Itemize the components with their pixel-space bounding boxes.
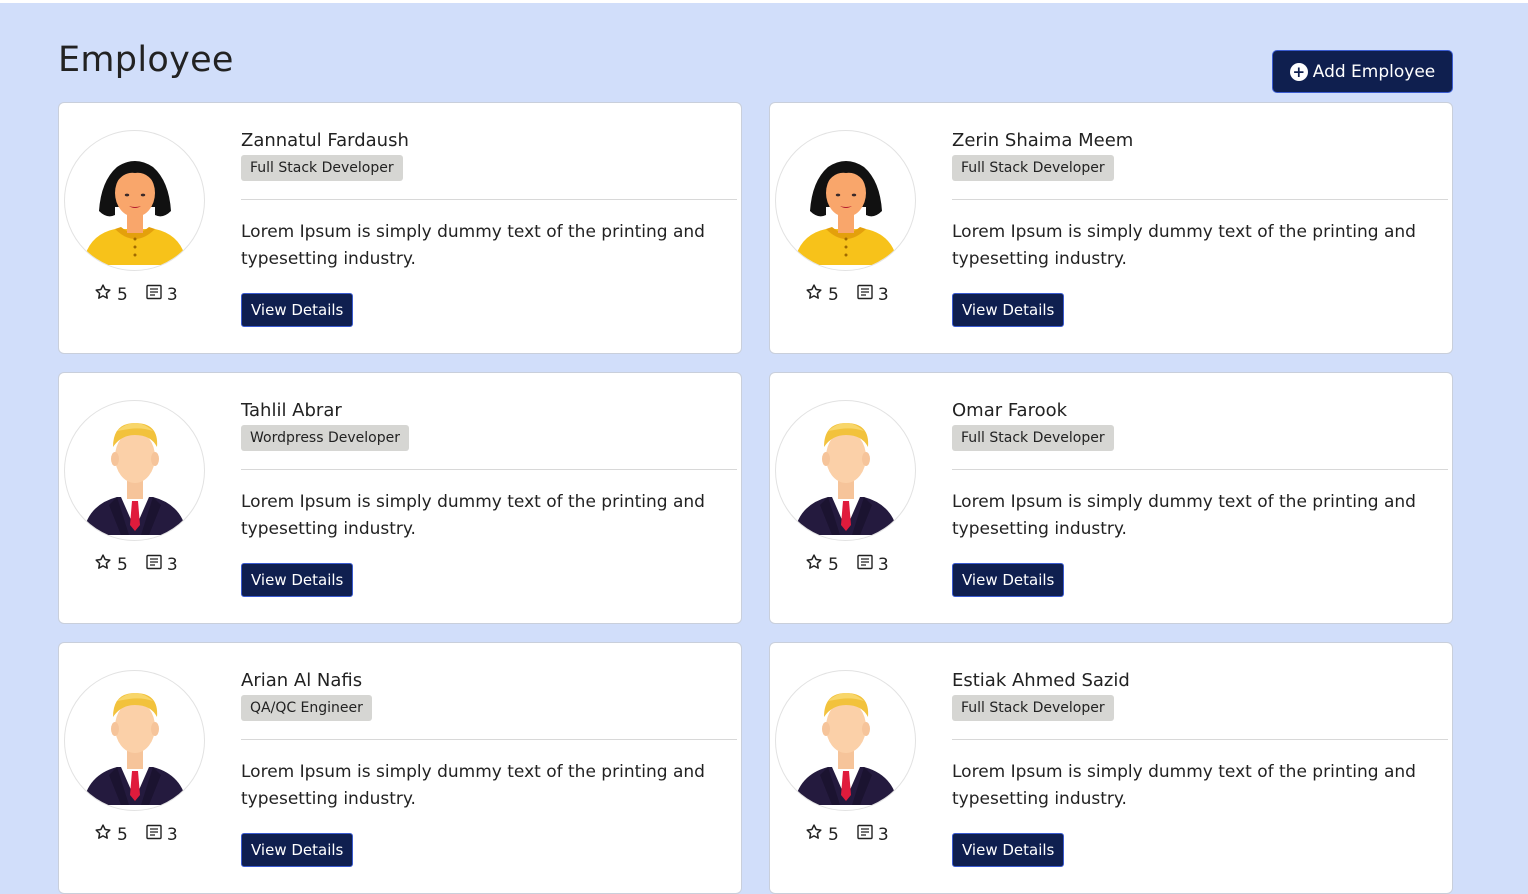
- view-details-button[interactable]: View Details: [241, 563, 354, 597]
- employee-description: Lorem Ipsum is simply dummy text of the …: [952, 762, 1416, 809]
- projects-stat: 3: [146, 554, 178, 575]
- projects-stat: 3: [146, 284, 178, 305]
- employee-info: Tahlil Abrar Wordpress Developer Lorem I…: [241, 399, 737, 597]
- employee-stats: 5 3: [805, 823, 889, 846]
- employee-name: Omar Farook: [952, 400, 1068, 421]
- top-border: [0, 0, 1528, 3]
- divider: [952, 199, 1448, 200]
- avatar: [775, 130, 916, 271]
- employee-name: Arian Al Nafis: [241, 670, 363, 691]
- rating-value: 5: [828, 284, 839, 305]
- avatar: [64, 130, 205, 271]
- document-list-icon: [146, 284, 162, 305]
- employee-name: Zerin Shaima Meem: [952, 130, 1134, 151]
- view-details-button[interactable]: View Details: [241, 833, 354, 867]
- employee-stats: 5 3: [805, 283, 889, 306]
- employee-card: 5 3 Zannatul Fardaush Full Stack Develop…: [58, 102, 742, 354]
- employee-description: Lorem Ipsum is simply dummy text of the …: [952, 222, 1416, 269]
- role-badge: Wordpress Developer: [241, 425, 409, 451]
- add-employee-button[interactable]: + Add Employee: [1272, 50, 1453, 93]
- role-badge: QA/QC Engineer: [241, 695, 372, 721]
- employee-card: 5 3 Tahlil Abrar Wordpress Developer Lor…: [58, 372, 742, 624]
- star-icon: [94, 823, 112, 846]
- star-icon: [94, 283, 112, 306]
- employee-description: Lorem Ipsum is simply dummy text of the …: [241, 762, 705, 809]
- view-details-button[interactable]: View Details: [952, 833, 1065, 867]
- page-title: Employee: [58, 40, 234, 80]
- document-list-icon: [857, 554, 873, 575]
- role-badge: Full Stack Developer: [952, 695, 1114, 721]
- rating-stat: 5: [805, 553, 839, 576]
- avatar: [775, 670, 916, 811]
- avatar: [64, 670, 205, 811]
- projects-value: 3: [877, 554, 889, 575]
- star-icon: [805, 283, 823, 306]
- projects-stat: 3: [857, 554, 889, 575]
- projects-value: 3: [877, 284, 889, 305]
- rating-value: 5: [828, 824, 839, 845]
- projects-stat: 3: [857, 284, 889, 305]
- employee-description: Lorem Ipsum is simply dummy text of the …: [241, 222, 705, 269]
- divider: [241, 199, 737, 200]
- rating-value: 5: [117, 284, 128, 305]
- employee-stats: 5 3: [94, 283, 178, 306]
- employee-name: Tahlil Abrar: [241, 400, 342, 421]
- employee-description: Lorem Ipsum is simply dummy text of the …: [241, 492, 705, 539]
- star-icon: [805, 553, 823, 576]
- role-badge: Full Stack Developer: [952, 155, 1114, 181]
- view-details-button[interactable]: View Details: [241, 293, 354, 327]
- employee-stats: 5 3: [94, 823, 178, 846]
- view-details-button[interactable]: View Details: [952, 563, 1065, 597]
- projects-value: 3: [877, 824, 889, 845]
- document-list-icon: [857, 824, 873, 845]
- document-list-icon: [146, 554, 162, 575]
- employee-name: Estiak Ahmed Sazid: [952, 670, 1130, 691]
- rating-value: 5: [828, 554, 839, 575]
- avatar: [775, 400, 916, 541]
- document-list-icon: [146, 824, 162, 845]
- projects-value: 3: [166, 554, 178, 575]
- employee-name: Zannatul Fardaush: [241, 130, 409, 151]
- divider: [952, 739, 1448, 740]
- role-badge: Full Stack Developer: [241, 155, 403, 181]
- employee-info: Omar Farook Full Stack Developer Lorem I…: [952, 399, 1448, 597]
- star-icon: [94, 553, 112, 576]
- projects-stat: 3: [857, 824, 889, 845]
- employee-info: Zannatul Fardaush Full Stack Developer L…: [241, 129, 737, 327]
- projects-stat: 3: [146, 824, 178, 845]
- view-details-button[interactable]: View Details: [952, 293, 1065, 327]
- employee-grid: 5 3 Zannatul Fardaush Full Stack Develop…: [58, 102, 1453, 894]
- employee-info: Zerin Shaima Meem Full Stack Developer L…: [952, 129, 1448, 327]
- projects-value: 3: [166, 284, 178, 305]
- rating-stat: 5: [94, 283, 128, 306]
- projects-value: 3: [166, 824, 178, 845]
- plus-circle-icon: +: [1289, 62, 1308, 81]
- employee-info: Estiak Ahmed Sazid Full Stack Developer …: [952, 669, 1448, 867]
- employee-description: Lorem Ipsum is simply dummy text of the …: [952, 492, 1416, 539]
- divider: [241, 739, 737, 740]
- divider: [952, 469, 1448, 470]
- employee-info: Arian Al Nafis QA/QC Engineer Lorem Ipsu…: [241, 669, 737, 867]
- divider: [241, 469, 737, 470]
- employee-card: 5 3 Omar Farook Full Stack Developer Lor…: [769, 372, 1453, 624]
- employee-stats: 5 3: [94, 553, 178, 576]
- avatar: [64, 400, 205, 541]
- employee-card: 5 3 Estiak Ahmed Sazid Full Stack Develo…: [769, 642, 1453, 894]
- add-employee-label: Add Employee: [1312, 61, 1436, 82]
- document-list-icon: [857, 284, 873, 305]
- rating-stat: 5: [805, 283, 839, 306]
- employee-card: 5 3 Zerin Shaima Meem Full Stack Develop…: [769, 102, 1453, 354]
- role-badge: Full Stack Developer: [952, 425, 1114, 451]
- rating-stat: 5: [94, 553, 128, 576]
- employee-stats: 5 3: [805, 553, 889, 576]
- rating-value: 5: [117, 554, 128, 575]
- rating-stat: 5: [805, 823, 839, 846]
- employee-card: 5 3 Arian Al Nafis QA/QC Engineer Lorem …: [58, 642, 742, 894]
- rating-stat: 5: [94, 823, 128, 846]
- star-icon: [805, 823, 823, 846]
- rating-value: 5: [117, 824, 128, 845]
